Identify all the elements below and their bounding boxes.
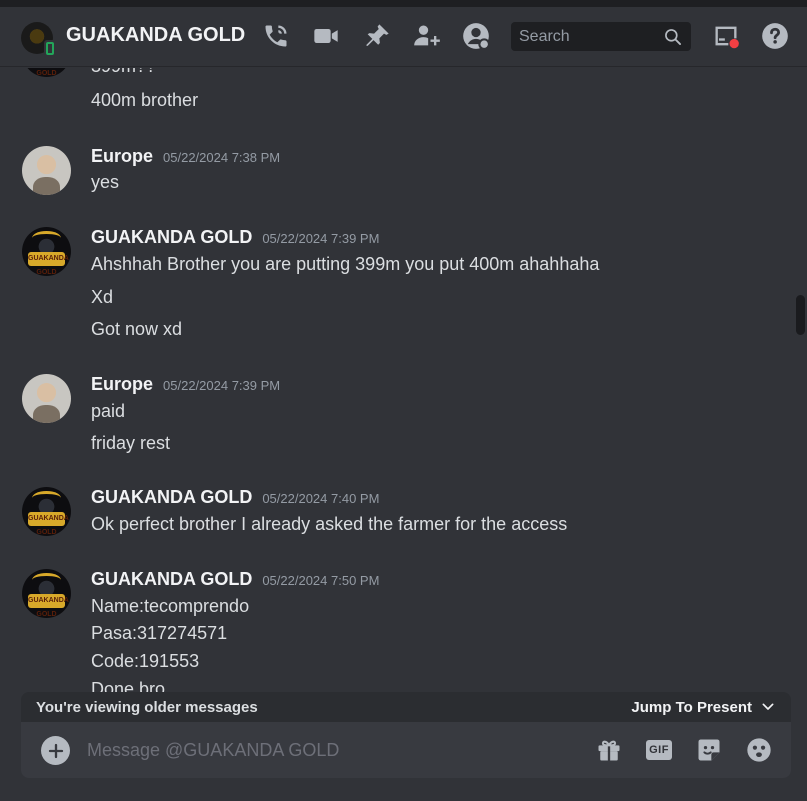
- message-line: Got now xd: [91, 319, 183, 339]
- gif-button[interactable]: GIF: [644, 735, 674, 765]
- message-line: Done bro: [91, 679, 166, 692]
- message-line: Ahshhah Brother you are putting 399m you…: [91, 254, 600, 274]
- jump-to-present-button[interactable]: Jump To Present: [631, 699, 776, 716]
- help-icon[interactable]: [760, 21, 790, 51]
- window-top-strip: [0, 0, 807, 7]
- message-author[interactable]: Europe: [91, 146, 153, 167]
- upload-plus-button[interactable]: [41, 736, 70, 765]
- gift-icon[interactable]: [594, 735, 624, 765]
- message-line: Code:191553: [91, 651, 200, 671]
- message-timestamp: 05/22/2024 7:38 PM: [163, 150, 281, 165]
- message-line: 400m brother: [91, 90, 199, 110]
- message-author[interactable]: Europe: [91, 374, 153, 395]
- message-line: Pasa:317274571: [91, 623, 228, 643]
- header-avatar[interactable]: [21, 22, 56, 57]
- scrollbar-thumb[interactable]: [796, 295, 805, 335]
- avatar[interactable]: GUAKANDA GOLD: [22, 68, 71, 77]
- chevron-down-icon: [762, 703, 774, 710]
- message-timestamp: 05/22/2024 7:39 PM: [262, 231, 380, 246]
- message-author[interactable]: GUAKANDA GOLD: [91, 569, 252, 590]
- message-line: paid: [91, 401, 126, 421]
- message-timestamp: 05/22/2024 7:50 PM: [262, 573, 380, 588]
- message-line: friday rest: [91, 433, 171, 453]
- emoji-icon[interactable]: [744, 735, 774, 765]
- message-line: 399m??: [91, 68, 156, 77]
- message-line: Ok perfect brother I already asked the f…: [91, 514, 568, 534]
- avatar[interactable]: GUAKANDA GOLD: [22, 487, 71, 536]
- channel-header: GUAKANDA GOLD Search: [0, 7, 807, 67]
- message-line: yes: [91, 172, 120, 192]
- message-line: Xd: [91, 287, 114, 307]
- message-author[interactable]: GUAKANDA GOLD: [91, 227, 252, 248]
- plus-icon: [48, 743, 63, 758]
- inbox-icon[interactable]: [711, 21, 741, 51]
- dm-title: GUAKANDA GOLD: [66, 24, 246, 46]
- message-line: Name:tecomprendo: [91, 596, 250, 616]
- avatar[interactable]: GUAKANDA GOLD: [22, 227, 71, 276]
- avatar[interactable]: [22, 146, 71, 195]
- older-messages-bar: You're viewing older messages Jump To Pr…: [21, 692, 791, 722]
- message-composer: GIF: [21, 722, 791, 778]
- user-profile-icon[interactable]: [461, 21, 491, 51]
- avatar[interactable]: [22, 374, 71, 423]
- add-friends-icon[interactable]: [412, 21, 442, 51]
- sticker-icon[interactable]: [694, 735, 724, 765]
- message-timestamp: 05/22/2024 7:39 PM: [163, 378, 281, 393]
- mobile-status-icon: [44, 40, 56, 57]
- message-author[interactable]: GUAKANDA GOLD: [91, 487, 252, 508]
- search-input[interactable]: Search: [511, 22, 691, 51]
- voice-call-icon[interactable]: [261, 21, 291, 51]
- video-call-icon[interactable]: [311, 21, 341, 51]
- scrollbar-track[interactable]: [795, 68, 807, 692]
- message-list[interactable]: GUAKANDA GOLD 399m?? 400m brother Europe…: [0, 68, 795, 692]
- pin-icon[interactable]: [362, 21, 392, 51]
- jump-to-present-label: Jump To Present: [631, 698, 752, 716]
- message-input[interactable]: [87, 735, 567, 765]
- search-placeholder: Search: [519, 27, 570, 45]
- gif-label: GIF: [646, 740, 672, 760]
- older-messages-text: You're viewing older messages: [36, 698, 258, 716]
- search-icon: [665, 28, 681, 45]
- avatar[interactable]: GUAKANDA GOLD: [22, 569, 71, 618]
- message-timestamp: 05/22/2024 7:40 PM: [262, 491, 380, 506]
